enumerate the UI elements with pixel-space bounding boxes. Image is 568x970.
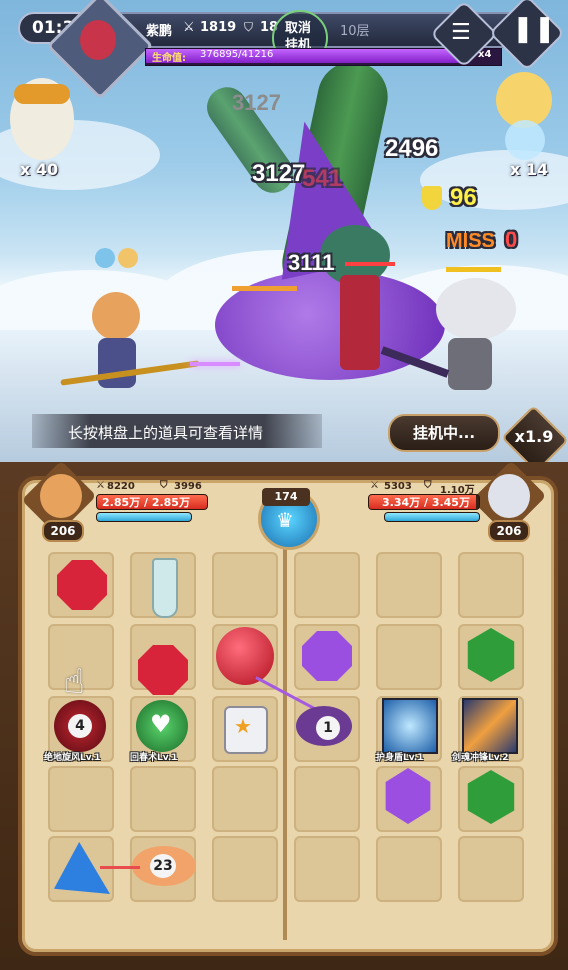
damage-number: 3127 xyxy=(252,160,306,187)
skill-sword-charge-label: 剑魂冲锋Lv.2 xyxy=(452,753,509,763)
tap-hand-icon: ☝ xyxy=(64,662,85,702)
board-cell[interactable] xyxy=(294,552,360,618)
boss-hp-label: 生命值: xyxy=(152,53,186,64)
boss-hp-fill xyxy=(146,49,464,63)
cloud xyxy=(420,150,568,210)
speed-button[interactable]: x1.9 xyxy=(512,427,556,446)
left-hero-head xyxy=(92,292,140,340)
enemy-hp-bar xyxy=(232,286,297,291)
board-cell[interactable] xyxy=(212,766,278,832)
skill-whirlwind-label: 绝地旋风Lv.1 xyxy=(44,753,101,763)
left-hero-mp-bar xyxy=(96,512,192,522)
purple-gem[interactable] xyxy=(302,631,352,681)
top-bar: 01:3 紫鹏 ⚔ 1819 ⛉ 18 取消 挂机 10层 生命值: 37689… xyxy=(0,0,568,100)
boss-hp-value: 376895/41216 xyxy=(200,49,274,60)
shield-icon xyxy=(422,186,442,210)
paw-icon xyxy=(118,248,138,268)
sword-icon: ⚔ xyxy=(96,480,105,491)
floor-label: 10层 xyxy=(340,24,370,39)
book-spine xyxy=(283,540,287,940)
player-name: 紫鹏 xyxy=(146,24,173,39)
enemy-hp-bar xyxy=(345,262,395,266)
right-hero-mp-bar xyxy=(384,512,480,522)
left-hero-attack: 8220 xyxy=(107,481,135,492)
link-line xyxy=(100,866,140,869)
sword-icon: ⚔ xyxy=(370,480,379,491)
damage-number: 3111 xyxy=(288,250,335,275)
red-orb-gem[interactable] xyxy=(216,627,274,685)
board-cell[interactable] xyxy=(212,836,278,902)
board-cell[interactable] xyxy=(458,836,524,902)
left-hero-mp-fill xyxy=(97,513,191,521)
ally-hp-bar xyxy=(446,267,501,272)
damage-number: 541 xyxy=(302,165,343,192)
magic-beam xyxy=(190,362,240,366)
pause-icon[interactable]: ❚❚ xyxy=(512,14,556,44)
right-pet-count: x 14 xyxy=(510,160,549,179)
shield-small-icon: ⛉ xyxy=(424,480,432,491)
bear-pet-goggles xyxy=(14,84,70,104)
boss-avatar[interactable] xyxy=(80,20,116,60)
board-cell[interactable] xyxy=(458,552,524,618)
right-hero-hair xyxy=(436,278,516,340)
left-hero-body xyxy=(98,338,136,388)
center-counter: 174 xyxy=(262,488,310,506)
crown-icon: ♛ xyxy=(276,508,294,532)
right-hero-hp-text: 3.34万 / 3.45万 xyxy=(382,496,470,509)
right-hero-level: 206 xyxy=(488,520,530,542)
left-hero-defense: 3996 xyxy=(174,481,202,492)
left-hero-level: 206 xyxy=(42,520,84,542)
damage-number: 3127 xyxy=(232,90,281,115)
left-hero-avatar xyxy=(40,474,82,518)
list-icon[interactable]: ☰ xyxy=(451,20,471,45)
board-cell[interactable] xyxy=(130,766,196,832)
miss-value: 0 xyxy=(505,227,518,252)
board-cell[interactable] xyxy=(48,766,114,832)
board-cell[interactable] xyxy=(212,552,278,618)
board-cell[interactable] xyxy=(376,624,442,690)
hint-text: 长按棋盘上的道具可查看详情 xyxy=(68,424,264,442)
right-hero-mp-fill xyxy=(385,513,479,521)
afk-status-button[interactable]: 挂机中... xyxy=(388,414,500,452)
skill-sword-charge-icon[interactable] xyxy=(462,698,518,754)
board-cell[interactable] xyxy=(376,836,442,902)
potion-bottle[interactable] xyxy=(152,558,178,618)
damage-number: 2496 xyxy=(385,135,439,162)
board-cell[interactable] xyxy=(294,766,360,832)
right-hero-attack: 5303 xyxy=(384,481,412,492)
shield-small-icon: ⛉ xyxy=(244,20,254,34)
boss-cloak xyxy=(340,275,380,370)
board-cell[interactable] xyxy=(376,552,442,618)
skill-shield-label: 护身盾Lv.1 xyxy=(376,753,424,763)
red-gem[interactable] xyxy=(138,645,188,695)
player-attack: 1819 xyxy=(200,20,237,35)
fairy-pet-wings xyxy=(505,120,545,160)
buff-icon xyxy=(95,248,115,268)
sword-icon: ⚔ xyxy=(183,20,195,35)
left-hero-hp-text: 2.85万 / 2.85万 xyxy=(102,496,190,509)
egg-creature-count: 1 xyxy=(316,716,340,740)
left-pet-count: x 40 xyxy=(20,160,59,179)
board-cell[interactable] xyxy=(294,836,360,902)
miss-label: MISS xyxy=(446,230,495,252)
skill-shield-icon[interactable] xyxy=(382,698,438,754)
skill-whirlwind-count: 4 xyxy=(68,714,92,738)
shield-value: 96 xyxy=(450,184,477,211)
red-gem[interactable] xyxy=(57,560,107,610)
shield-small-icon: ⛉ xyxy=(160,480,168,491)
star-icon: ★ xyxy=(234,714,252,738)
pig-creature-count: 23 xyxy=(150,854,176,878)
right-hero-avatar xyxy=(488,474,530,518)
right-hero-body xyxy=(448,338,492,390)
heart-icon: ♥ xyxy=(150,710,172,738)
skill-heal-label: 回春术Lv.1 xyxy=(130,753,178,763)
